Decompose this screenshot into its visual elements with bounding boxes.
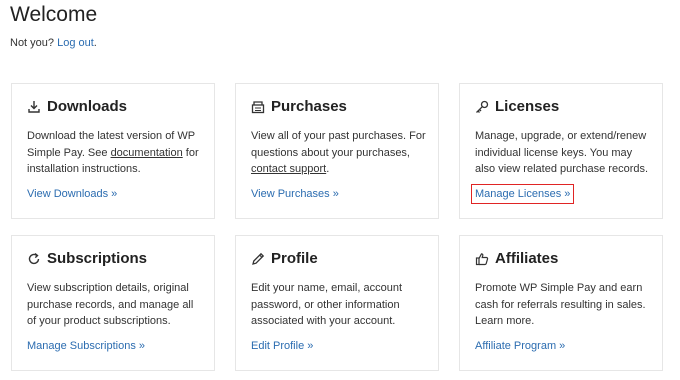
card-title: Affiliates	[495, 250, 559, 267]
card-purchases: Purchases View all of your past purchase…	[235, 83, 439, 219]
card-title: Downloads	[47, 98, 128, 115]
card-title: Profile	[271, 250, 318, 267]
manage-subscriptions-link[interactable]: Manage Subscriptions »	[27, 340, 145, 352]
card-description: Promote WP Simple Pay and earn cash for …	[475, 282, 646, 327]
documentation-link[interactable]: documentation	[111, 147, 183, 159]
affiliate-program-link[interactable]: Affiliate Program »	[475, 340, 565, 352]
card-profile: Profile Edit your name, email, account p…	[235, 235, 439, 371]
card-affiliates: Affiliates Promote WP Simple Pay and ear…	[459, 235, 663, 371]
card-licenses: Licenses Manage, upgrade, or extend/rene…	[459, 83, 663, 219]
card-downloads: Downloads Download the latest version of…	[11, 83, 215, 219]
contact-support-link[interactable]: contact support	[251, 163, 326, 175]
logout-suffix: .	[93, 37, 97, 49]
card-title: Subscriptions	[47, 250, 148, 267]
view-purchases-link[interactable]: View Purchases »	[251, 188, 339, 200]
page-title: Welcome	[10, 3, 98, 26]
logout-link[interactable]: Log out	[57, 37, 94, 49]
card-description: Manage, upgrade, or extend/renew individ…	[475, 130, 649, 175]
manage-licenses-link[interactable]: Manage Licenses »	[470, 184, 575, 204]
thumbs-up-icon	[475, 252, 489, 266]
pencil-icon	[251, 252, 265, 266]
not-you-line: Not you? Log out.	[10, 37, 97, 49]
card-description: View all of your past purchases. For que…	[251, 130, 426, 175]
receipt-icon	[251, 100, 265, 114]
card-subscriptions: Subscriptions View subscription details,…	[11, 235, 215, 371]
key-icon	[475, 100, 489, 114]
card-title: Purchases	[271, 98, 347, 115]
card-description: Edit your name, email, account password,…	[251, 282, 403, 327]
refresh-icon	[27, 252, 41, 266]
card-description: View subscription details, original purc…	[27, 282, 194, 327]
download-icon	[27, 100, 41, 114]
not-you-text: Not you?	[10, 37, 55, 49]
card-title: Licenses	[495, 98, 560, 115]
card-description: Download the latest version of WP Simple…	[27, 130, 199, 175]
view-downloads-link[interactable]: View Downloads »	[27, 188, 117, 200]
edit-profile-link[interactable]: Edit Profile »	[251, 340, 313, 352]
